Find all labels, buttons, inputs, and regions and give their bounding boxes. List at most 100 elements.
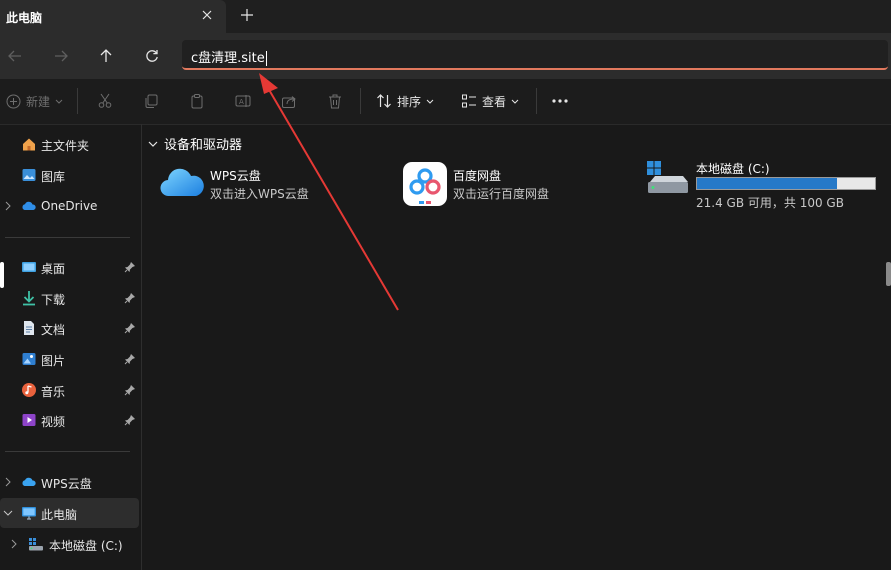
wps-cloud-icon xyxy=(21,474,37,490)
section-header-devices[interactable]: 设备和驱动器 xyxy=(148,134,242,153)
chevron-right-icon[interactable] xyxy=(3,201,13,211)
document-icon xyxy=(21,320,37,336)
title-bar: 此电脑 xyxy=(0,0,891,33)
up-icon[interactable] xyxy=(95,45,117,67)
tile-name: 百度网盘 xyxy=(453,169,502,183)
share-button[interactable] xyxy=(281,90,297,112)
sidebar-item-local-disk[interactable]: 本地磁盘 (C:) xyxy=(0,529,139,559)
pictures-icon xyxy=(21,351,37,367)
sidebar-item-home[interactable]: 主文件夹 xyxy=(0,129,139,159)
close-tab-icon[interactable] xyxy=(198,6,216,24)
local-disk-icon xyxy=(646,160,690,196)
scrollbar-thumb[interactable] xyxy=(886,262,891,286)
sidebar-item-label: 桌面 xyxy=(41,262,66,276)
sidebar-item-videos[interactable]: 视频 xyxy=(0,405,139,435)
paste-button[interactable] xyxy=(189,90,205,112)
sidebar-item-label: 文档 xyxy=(41,323,66,337)
sort-icon xyxy=(377,94,391,108)
sort-label: 排序 xyxy=(397,94,422,109)
local-disk-icon xyxy=(28,536,44,552)
disk-usage-fill xyxy=(697,178,837,189)
more-options-button[interactable] xyxy=(551,90,569,112)
back-icon[interactable] xyxy=(4,45,26,67)
content-pane: 设备和驱动器 WPS云盘 双击进入WPS云盘 百度网盘 双击运行百度网盘 本地磁… xyxy=(142,124,891,570)
rename-button[interactable]: A xyxy=(235,90,251,112)
cut-icon xyxy=(98,93,112,108)
sidebar-divider xyxy=(5,237,130,238)
wps-cloud-icon xyxy=(160,164,204,200)
sidebar-scroll-indicator xyxy=(0,262,4,288)
sidebar-item-label: 主文件夹 xyxy=(41,139,90,153)
toolbar-divider xyxy=(536,88,537,114)
this-pc-icon xyxy=(21,505,37,521)
gallery-icon xyxy=(21,167,37,183)
pin-icon[interactable] xyxy=(124,292,136,304)
chevron-down-icon xyxy=(148,141,158,147)
refresh-icon[interactable] xyxy=(141,45,163,67)
pin-icon[interactable] xyxy=(124,353,136,365)
sidebar-item-label: 图片 xyxy=(41,354,66,368)
sidebar-item-gallery[interactable]: 图库 xyxy=(0,160,139,190)
video-icon xyxy=(21,412,37,428)
sidebar-item-this-pc[interactable]: 此电脑 xyxy=(0,498,139,528)
baidu-netdisk-icon xyxy=(402,161,448,207)
add-circle-icon xyxy=(6,94,21,108)
chevron-down-icon xyxy=(55,99,63,104)
sidebar-item-onedrive[interactable]: OneDrive xyxy=(0,191,139,221)
sidebar-item-label: 音乐 xyxy=(41,385,66,399)
sidebar-item-documents[interactable]: 文档 xyxy=(0,313,139,343)
sidebar-item-wps-cloud[interactable]: WPS云盘 xyxy=(0,467,139,497)
copy-button[interactable] xyxy=(143,90,159,112)
view-button[interactable]: 查看 xyxy=(461,90,519,112)
chevron-down-icon xyxy=(511,99,519,104)
new-button[interactable]: 新建 xyxy=(6,90,63,112)
tile-name: WPS云盘 xyxy=(210,169,261,183)
paste-icon xyxy=(191,94,203,109)
chevron-right-icon[interactable] xyxy=(3,477,13,487)
sidebar-item-label: WPS云盘 xyxy=(41,477,92,491)
sidebar-item-label: 图库 xyxy=(41,170,66,184)
address-bar[interactable]: c盘清理.site xyxy=(182,40,888,70)
sidebar-item-label: 本地磁盘 (C:) xyxy=(49,539,123,553)
chevron-right-icon[interactable] xyxy=(9,539,19,549)
more-icon xyxy=(552,99,568,103)
navigation-pane: 主文件夹 图库 OneDrive 桌面 下载 文档 图片 音乐 视频 WPS云盘… xyxy=(0,124,142,570)
pin-icon[interactable] xyxy=(124,261,136,273)
sidebar-item-label: 下载 xyxy=(41,293,66,307)
tile-description: 双击运行百度网盘 xyxy=(453,187,550,201)
delete-button[interactable] xyxy=(327,90,343,112)
tab-title: 此电脑 xyxy=(6,11,43,25)
download-icon xyxy=(21,290,37,306)
new-tab-icon[interactable] xyxy=(238,6,256,24)
home-icon xyxy=(21,136,37,152)
sidebar-item-label: 视频 xyxy=(41,415,66,429)
forward-icon[interactable] xyxy=(50,45,72,67)
tile-baidu-netdisk[interactable]: 百度网盘 双击运行百度网盘 xyxy=(402,160,602,208)
pin-icon[interactable] xyxy=(124,384,136,396)
chevron-down-icon[interactable] xyxy=(3,508,13,518)
view-icon xyxy=(462,94,476,108)
tile-wps-cloud[interactable]: WPS云盘 双击进入WPS云盘 xyxy=(160,160,360,208)
sort-button[interactable]: 排序 xyxy=(376,90,434,112)
new-label: 新建 xyxy=(26,94,51,109)
sidebar-item-downloads[interactable]: 下载 xyxy=(0,283,139,313)
sidebar-divider xyxy=(5,451,130,452)
sidebar-item-desktop[interactable]: 桌面 xyxy=(0,252,139,282)
section-title: 设备和驱动器 xyxy=(164,138,243,153)
sidebar-item-music[interactable]: 音乐 xyxy=(0,375,139,405)
sidebar-item-pictures[interactable]: 图片 xyxy=(0,344,139,374)
disk-usage-bar xyxy=(696,177,876,190)
share-icon xyxy=(282,96,296,108)
tab-this-pc[interactable]: 此电脑 xyxy=(0,0,226,33)
tile-description: 21.4 GB 可用，共 100 GB xyxy=(696,196,844,210)
address-input[interactable]: c盘清理.site xyxy=(191,47,267,66)
trash-icon xyxy=(329,94,341,109)
pin-icon[interactable] xyxy=(124,414,136,426)
view-label: 查看 xyxy=(482,94,507,109)
sidebar-item-label: OneDrive xyxy=(41,199,98,213)
desktop-icon xyxy=(21,259,37,275)
rename-icon: A xyxy=(235,95,251,107)
cut-button[interactable] xyxy=(97,90,113,112)
pin-icon[interactable] xyxy=(124,322,136,334)
tile-description: 双击进入WPS云盘 xyxy=(210,187,309,201)
